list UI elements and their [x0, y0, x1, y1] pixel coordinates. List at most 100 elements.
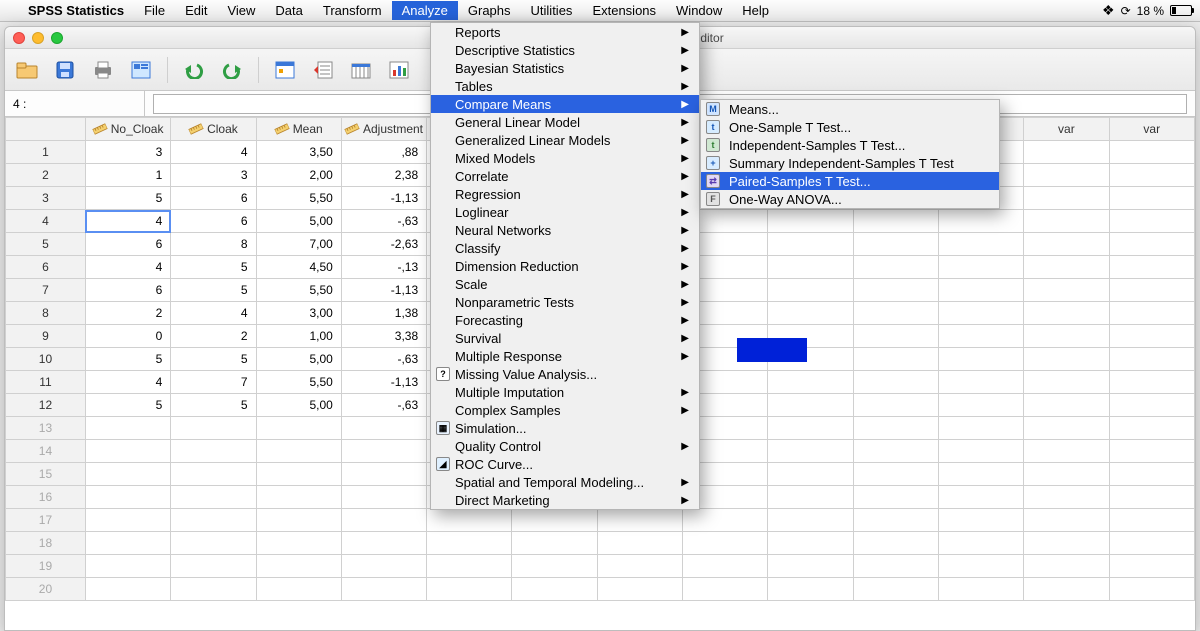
cell[interactable]: -,63	[341, 210, 426, 233]
cell-empty[interactable]	[1109, 256, 1194, 279]
insert-var-icon[interactable]	[347, 56, 375, 84]
cell-empty[interactable]	[938, 210, 1023, 233]
cell[interactable]: 4	[85, 371, 170, 394]
cell[interactable]: 5	[171, 394, 256, 417]
analyze-roc-curve[interactable]: ◢ROC Curve...	[431, 455, 699, 473]
cell[interactable]: 6	[85, 279, 170, 302]
cell-empty[interactable]	[768, 394, 853, 417]
cell[interactable]: 5	[171, 279, 256, 302]
col-cloak[interactable]: Cloak	[171, 118, 256, 141]
cell-empty[interactable]	[853, 486, 938, 509]
cell-empty[interactable]	[85, 440, 170, 463]
cell-empty[interactable]	[85, 578, 170, 601]
cell-empty[interactable]	[938, 509, 1023, 532]
menu-analyze[interactable]: Analyze	[392, 1, 458, 20]
analyze-scale[interactable]: Scale▶	[431, 275, 699, 293]
cell-empty[interactable]	[1024, 486, 1109, 509]
analyze-missing-value-analysis[interactable]: ?Missing Value Analysis...	[431, 365, 699, 383]
cell[interactable]: 5,50	[256, 187, 341, 210]
cm-summary-independent-samples-t-test[interactable]: +Summary Independent-Samples T Test	[701, 154, 999, 172]
row-header[interactable]: 2	[6, 164, 86, 187]
cm-one-sample-t-test[interactable]: tOne-Sample T Test...	[701, 118, 999, 136]
cell-empty[interactable]	[85, 486, 170, 509]
analyze-simulation[interactable]: ▦Simulation...	[431, 419, 699, 437]
cell-empty[interactable]	[1024, 348, 1109, 371]
cell[interactable]: 5	[171, 256, 256, 279]
analyze-tables[interactable]: Tables▶	[431, 77, 699, 95]
cell-empty[interactable]	[768, 302, 853, 325]
analyze-direct-marketing[interactable]: Direct Marketing▶	[431, 491, 699, 509]
cm-paired-samples-t-test[interactable]: ⇄Paired-Samples T Test...	[701, 172, 999, 190]
cell-empty[interactable]	[341, 463, 426, 486]
analyze-reports[interactable]: Reports▶	[431, 23, 699, 41]
cell-empty[interactable]	[85, 509, 170, 532]
cell-empty[interactable]	[256, 532, 341, 555]
cell-empty[interactable]	[938, 394, 1023, 417]
redo-icon[interactable]	[218, 56, 246, 84]
cell[interactable]: 6	[171, 210, 256, 233]
cell-empty[interactable]	[853, 279, 938, 302]
cell-empty[interactable]	[683, 578, 768, 601]
cell-empty[interactable]	[512, 578, 597, 601]
cell-empty[interactable]	[171, 555, 256, 578]
cell-empty[interactable]	[427, 578, 512, 601]
cell-empty[interactable]	[853, 210, 938, 233]
cell-empty[interactable]	[171, 417, 256, 440]
cell-empty[interactable]	[853, 394, 938, 417]
undo-icon[interactable]	[180, 56, 208, 84]
menu-window[interactable]: Window	[666, 1, 732, 20]
cell[interactable]: 8	[171, 233, 256, 256]
analyze-mixed-models[interactable]: Mixed Models▶	[431, 149, 699, 167]
cell-empty[interactable]	[768, 509, 853, 532]
cell-empty[interactable]	[1109, 440, 1194, 463]
cell-empty[interactable]	[768, 371, 853, 394]
col-empty[interactable]: var	[1024, 118, 1109, 141]
row-header[interactable]: 13	[6, 417, 86, 440]
cell-empty[interactable]	[768, 578, 853, 601]
cell-empty[interactable]	[171, 532, 256, 555]
cell-empty[interactable]	[1109, 394, 1194, 417]
compare-means-submenu[interactable]: MMeans...tOne-Sample T Test...tIndepende…	[700, 99, 1000, 209]
cm-one-way-anova[interactable]: FOne-Way ANOVA...	[701, 190, 999, 208]
cell-empty[interactable]	[512, 532, 597, 555]
cell-empty[interactable]	[256, 463, 341, 486]
cell[interactable]: 5	[85, 348, 170, 371]
cell-empty[interactable]	[427, 509, 512, 532]
cell-empty[interactable]	[512, 509, 597, 532]
cell-empty[interactable]	[85, 532, 170, 555]
cell-empty[interactable]	[597, 578, 682, 601]
analyze-menu[interactable]: Reports▶Descriptive Statistics▶Bayesian …	[430, 22, 700, 510]
menu-file[interactable]: File	[134, 1, 175, 20]
cell-empty[interactable]	[341, 555, 426, 578]
cell-empty[interactable]	[1109, 164, 1194, 187]
cell-empty[interactable]	[1024, 463, 1109, 486]
preview-icon[interactable]	[127, 56, 155, 84]
cell-empty[interactable]	[171, 440, 256, 463]
menu-transform[interactable]: Transform	[313, 1, 392, 20]
cell-empty[interactable]	[1109, 141, 1194, 164]
cell[interactable]: 2,00	[256, 164, 341, 187]
cell-empty[interactable]	[597, 555, 682, 578]
cell[interactable]: 5,50	[256, 279, 341, 302]
cell-empty[interactable]	[1109, 325, 1194, 348]
cell-empty[interactable]	[1024, 394, 1109, 417]
zoom-button[interactable]	[51, 32, 63, 44]
cell-empty[interactable]	[85, 463, 170, 486]
cell-empty[interactable]	[341, 486, 426, 509]
row-header[interactable]: 3	[6, 187, 86, 210]
cell[interactable]: -,13	[341, 256, 426, 279]
cell[interactable]: 1	[85, 164, 170, 187]
cell-empty[interactable]	[1024, 164, 1109, 187]
cell-empty[interactable]	[768, 256, 853, 279]
cell-empty[interactable]	[1109, 279, 1194, 302]
cell-empty[interactable]	[768, 532, 853, 555]
row-header[interactable]: 12	[6, 394, 86, 417]
chart-icon[interactable]	[385, 56, 413, 84]
cell-empty[interactable]	[256, 486, 341, 509]
cell[interactable]: 2	[85, 302, 170, 325]
cell[interactable]: 2	[171, 325, 256, 348]
menu-view[interactable]: View	[217, 1, 265, 20]
cell[interactable]: 3	[171, 164, 256, 187]
cell-empty[interactable]	[853, 440, 938, 463]
cell-empty[interactable]	[341, 440, 426, 463]
